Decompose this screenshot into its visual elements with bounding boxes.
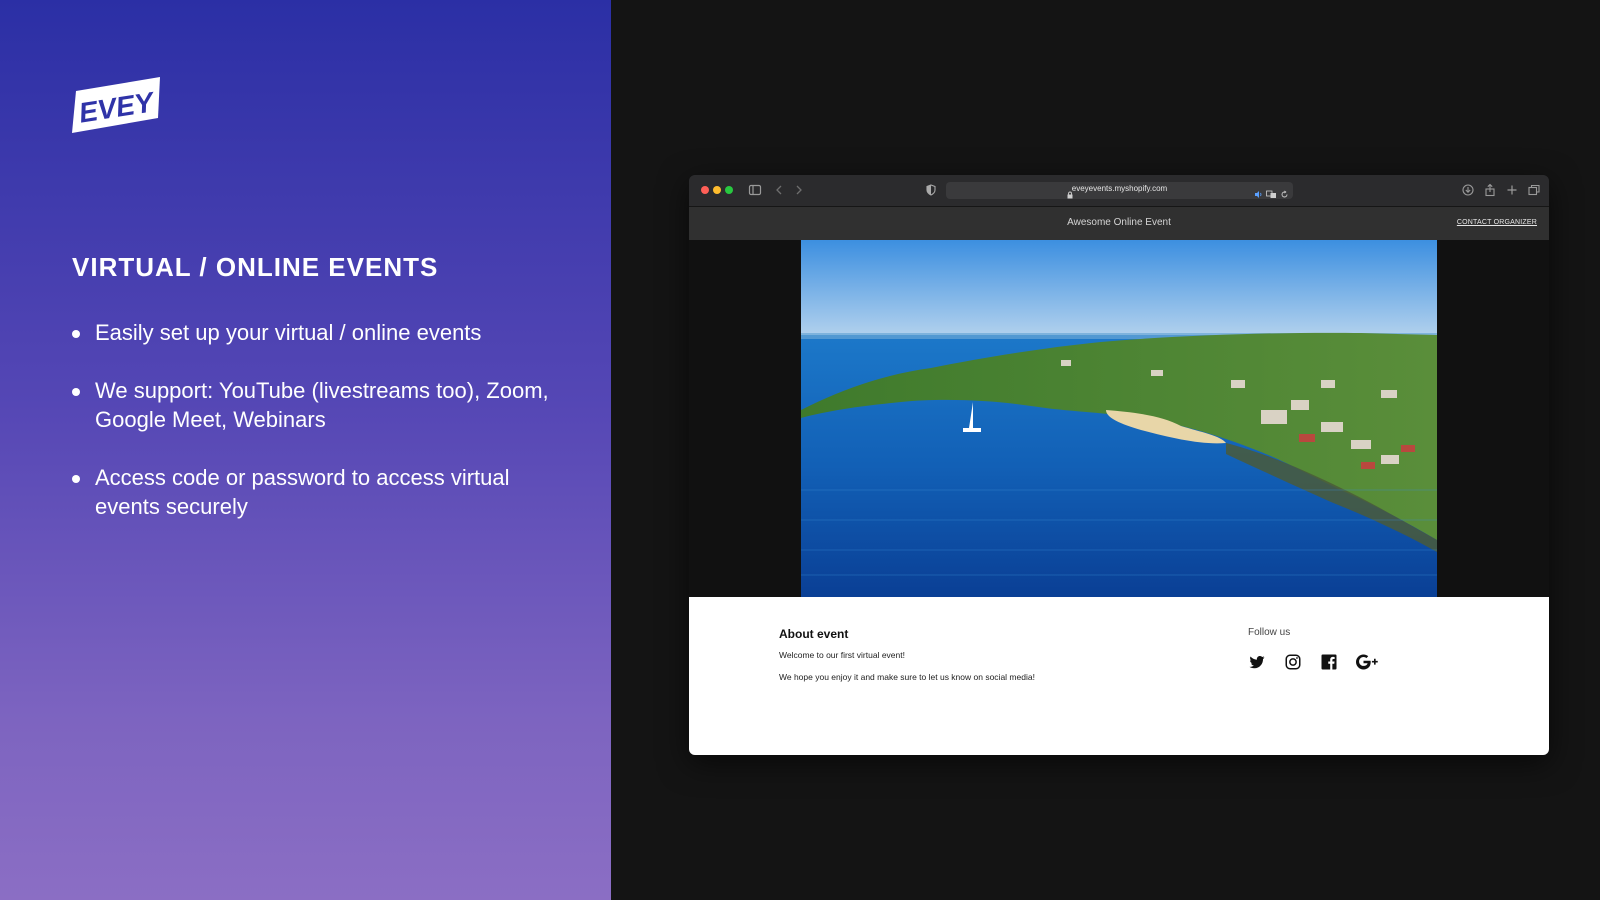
browser-toolbar: eveyevents.myshopify.com bbox=[689, 175, 1549, 207]
share-icon[interactable] bbox=[1483, 183, 1497, 202]
promo-panel: EVEY VIRTUAL / ONLINE EVENTS Easily set … bbox=[0, 0, 611, 900]
feature-item: Easily set up your virtual / online even… bbox=[72, 318, 552, 347]
bullet-icon bbox=[72, 388, 80, 396]
about-event-text: Welcome to our first virtual event! bbox=[779, 650, 905, 660]
evey-logo: EVEY bbox=[72, 77, 162, 133]
feature-text: Easily set up your virtual / online even… bbox=[95, 320, 482, 345]
reload-icon[interactable] bbox=[1280, 186, 1289, 204]
url-text: eveyevents.myshopify.com bbox=[1071, 184, 1168, 193]
back-icon[interactable] bbox=[773, 183, 785, 202]
address-bar[interactable]: eveyevents.myshopify.com bbox=[946, 182, 1293, 199]
bullet-icon bbox=[72, 330, 80, 338]
sidebar-toggle-icon[interactable] bbox=[748, 183, 762, 202]
google-plus-icon[interactable] bbox=[1356, 653, 1380, 676]
about-event-title: About event bbox=[779, 627, 849, 641]
audio-icon[interactable] bbox=[1254, 186, 1263, 204]
minimize-window-button[interactable] bbox=[713, 186, 721, 194]
site-title: Awesome Online Event bbox=[1067, 217, 1171, 228]
site-footer: About event Welcome to our first virtual… bbox=[689, 597, 1549, 755]
privacy-shield-icon[interactable] bbox=[925, 183, 937, 202]
bullet-icon bbox=[72, 475, 80, 483]
contact-organizer-link[interactable]: CONTACT ORGANIZER bbox=[1457, 219, 1537, 226]
instagram-icon[interactable] bbox=[1284, 653, 1302, 676]
site-header: Awesome Online Event CONTACT ORGANIZER bbox=[689, 207, 1549, 240]
video-area bbox=[689, 240, 1549, 597]
browser-window: eveyevents.myshopify.com Awesome Online … bbox=[689, 175, 1549, 755]
zoom-window-button[interactable] bbox=[725, 186, 733, 194]
twitter-icon[interactable] bbox=[1248, 653, 1266, 676]
facebook-icon[interactable] bbox=[1320, 653, 1338, 676]
tab-overview-icon[interactable] bbox=[1527, 183, 1541, 202]
feature-list: Easily set up your virtual / online even… bbox=[72, 318, 552, 550]
section-title: VIRTUAL / ONLINE EVENTS bbox=[72, 252, 439, 282]
about-event-text: We hope you enjoy it and make sure to le… bbox=[779, 672, 1035, 682]
new-tab-icon[interactable] bbox=[1505, 183, 1519, 202]
event-video[interactable] bbox=[801, 240, 1437, 597]
downloads-icon[interactable] bbox=[1461, 183, 1475, 202]
forward-icon[interactable] bbox=[793, 183, 805, 202]
feature-item: Access code or password to access virtua… bbox=[72, 463, 552, 521]
feature-item: We support: YouTube (livestreams too), Z… bbox=[72, 376, 552, 434]
feature-text: Access code or password to access virtua… bbox=[95, 465, 510, 519]
translate-icon[interactable] bbox=[1266, 186, 1277, 204]
feature-text: We support: YouTube (livestreams too), Z… bbox=[95, 378, 549, 432]
follow-us-title: Follow us bbox=[1248, 627, 1291, 638]
close-window-button[interactable] bbox=[701, 186, 709, 194]
